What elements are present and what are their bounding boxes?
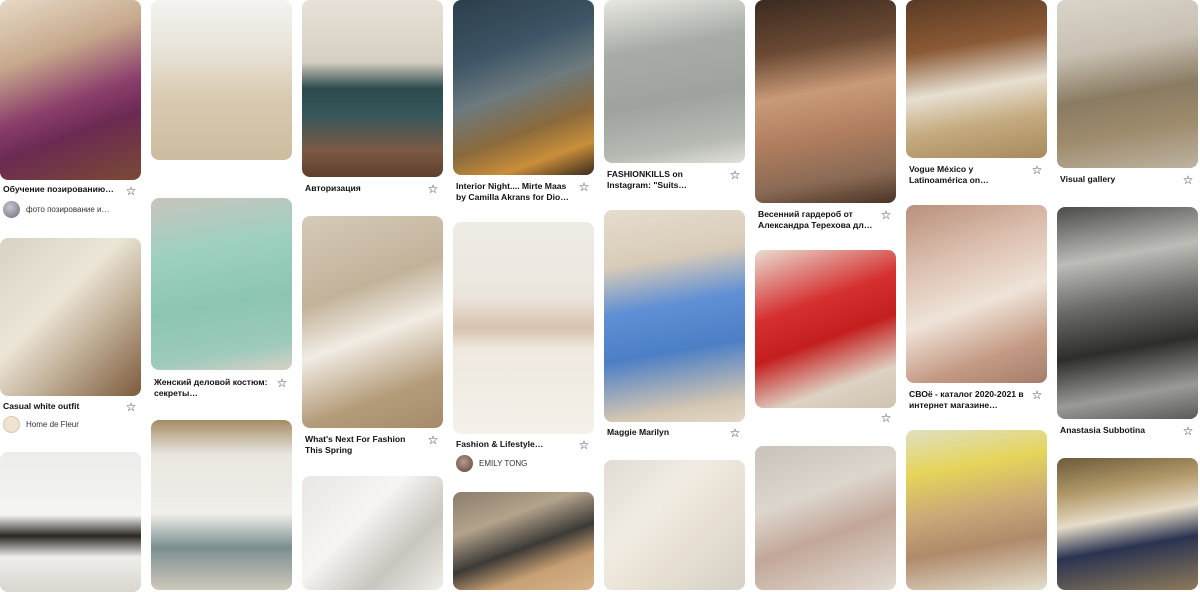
pin-image[interactable] — [453, 492, 594, 590]
star-icon[interactable]: ☆ — [729, 169, 741, 181]
avatar — [456, 454, 473, 472]
pin-image[interactable] — [604, 210, 745, 422]
pin-grid: Обучение позированию… ☆ фото позирование… — [0, 0, 1200, 592]
pin-image[interactable] — [604, 0, 745, 163]
pin-title[interactable]: FASHIONKILLS on Instagram: "Suits… — [607, 169, 725, 191]
pin-image[interactable] — [302, 0, 443, 177]
pin-title[interactable]: СВОё - каталог 2020-2021 в интернет мага… — [909, 389, 1027, 411]
pin-image[interactable] — [302, 216, 443, 428]
pin-title[interactable]: Fashion & Lifestyle… — [456, 439, 574, 450]
pin-title[interactable]: Maggie Marilyn — [607, 427, 725, 438]
pin-image[interactable] — [906, 205, 1047, 383]
pin-author[interactable]: фото позирование и… — [3, 200, 109, 218]
avatar — [3, 415, 20, 433]
pin-title[interactable]: Обучение позированию… — [3, 184, 121, 195]
pin-image[interactable] — [755, 0, 896, 203]
pin-image[interactable] — [1057, 458, 1198, 590]
author-name: EMILY TONG — [479, 458, 528, 468]
pin-image[interactable] — [151, 0, 292, 160]
pin-author[interactable]: Home de Fleur — [3, 415, 79, 433]
avatar — [3, 200, 20, 218]
star-icon[interactable]: ☆ — [1031, 389, 1043, 401]
pin-title[interactable]: Vogue México y Latinoamérica on… — [909, 164, 1027, 186]
pin-title[interactable]: Interior Night.... Mirte Maas by Camilla… — [456, 181, 574, 203]
star-icon[interactable]: ☆ — [427, 434, 439, 446]
pin-title[interactable]: What's Next For Fashion This Spring — [305, 434, 423, 456]
pin-image[interactable] — [0, 452, 141, 592]
star-icon[interactable]: ☆ — [1182, 425, 1194, 437]
star-icon[interactable]: ☆ — [729, 427, 741, 439]
pin-image[interactable] — [453, 222, 594, 434]
star-icon[interactable]: ☆ — [125, 185, 137, 197]
pin-title[interactable]: Anastasia Subbotina — [1060, 425, 1178, 436]
pin-image[interactable] — [0, 0, 141, 180]
author-name: Home de Fleur — [26, 419, 79, 429]
pin-image[interactable] — [453, 0, 594, 175]
pin-image[interactable] — [755, 446, 896, 590]
pin-image[interactable] — [906, 0, 1047, 158]
pin-image[interactable] — [906, 430, 1047, 590]
star-icon[interactable]: ☆ — [880, 209, 892, 221]
pin-title[interactable]: Casual white outfit — [3, 401, 121, 412]
pin-title[interactable]: Visual gallery — [1060, 174, 1178, 185]
star-icon[interactable]: ☆ — [427, 183, 439, 195]
star-icon[interactable]: ☆ — [1031, 164, 1043, 176]
pin-image[interactable] — [0, 238, 141, 396]
pin-title[interactable]: Весенний гардероб от Александра Терехова… — [758, 209, 876, 231]
pin-image[interactable] — [1057, 207, 1198, 419]
pin-image[interactable] — [151, 198, 292, 370]
star-icon[interactable]: ☆ — [1182, 174, 1194, 186]
author-name: фото позирование и… — [26, 204, 110, 214]
star-icon[interactable]: ☆ — [880, 412, 892, 424]
star-icon[interactable]: ☆ — [578, 439, 590, 451]
pin-image[interactable] — [151, 420, 292, 590]
pin-image[interactable] — [604, 460, 745, 590]
star-icon[interactable]: ☆ — [276, 377, 288, 389]
pin-image[interactable] — [1057, 0, 1198, 168]
pin-title[interactable]: Женский деловой костюм: секреты… — [154, 377, 272, 399]
pin-image[interactable] — [755, 250, 896, 408]
pin-title[interactable]: Авторизация — [305, 183, 423, 194]
pin-image[interactable] — [302, 476, 443, 590]
pin-author[interactable]: EMILY TONG — [456, 454, 527, 472]
star-icon[interactable]: ☆ — [578, 181, 590, 193]
star-icon[interactable]: ☆ — [125, 401, 137, 413]
